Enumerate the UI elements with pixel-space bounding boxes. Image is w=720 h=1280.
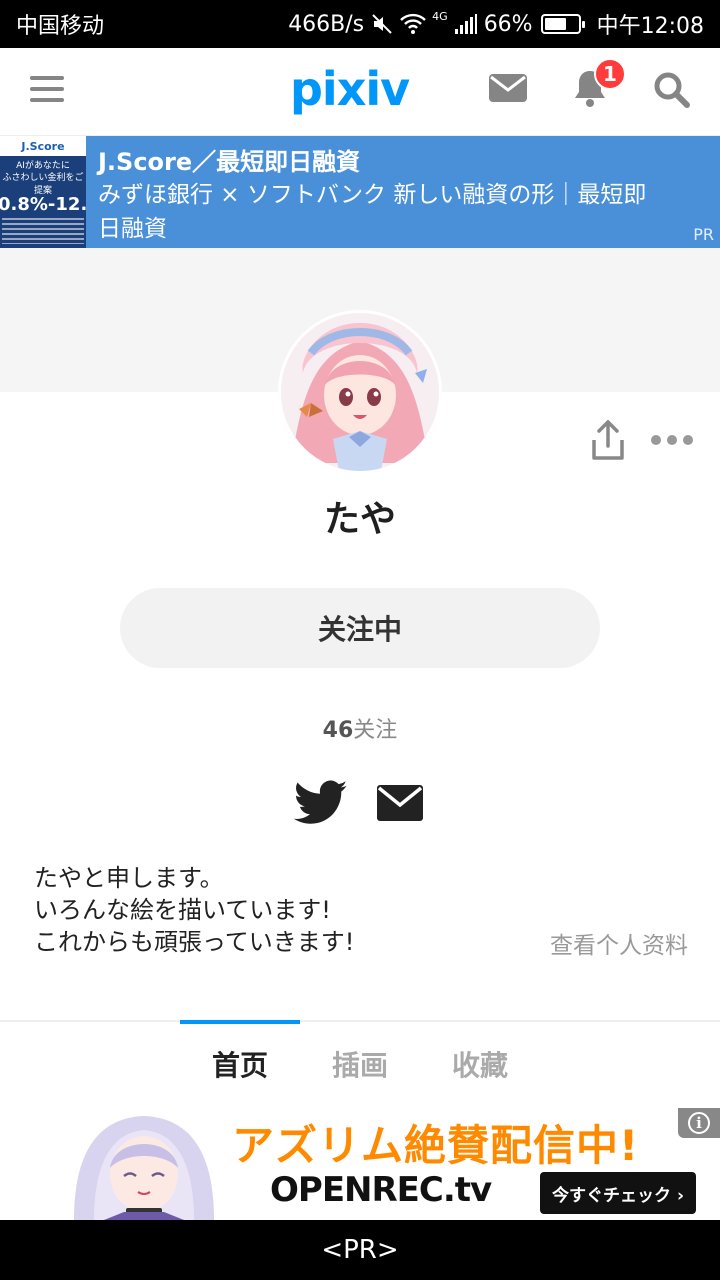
following-label: 关注 <box>353 718 398 743</box>
top-ad-banner[interactable]: J.Score AIがあなたに ふさわしい金利をご提案 0.8%-12.0% J… <box>0 136 720 248</box>
net-speed: 466B/s <box>288 11 365 37</box>
battery-fill <box>544 18 566 30</box>
ad-thumb-line2: ふさわしい金利をご提案 <box>2 173 84 196</box>
menu-icon[interactable] <box>30 76 64 102</box>
twitter-icon[interactable] <box>294 780 348 826</box>
mail-icon[interactable] <box>488 72 528 104</box>
network-type: 4G <box>432 10 448 23</box>
ad-title[interactable]: J.Score／最短即日融資 <box>98 142 360 177</box>
tab-home[interactable]: 首页 <box>180 1044 300 1084</box>
more-options-icon[interactable] <box>650 430 694 450</box>
following-count[interactable]: 46关注 <box>0 712 720 744</box>
profile-bio: たやと申します。 いろんな絵を描いています! これからも頑張っていきます! <box>34 862 354 958</box>
battery-icon <box>540 14 585 34</box>
carrier-name: 中国移动 <box>16 14 105 39</box>
profile-tabs: 首页 插画 收藏 <box>0 1020 720 1108</box>
battery-percent: 66% <box>483 11 533 37</box>
ad-brand: OPENREC.tv <box>270 1170 492 1210</box>
bio-line: これからも頑張っていきます! <box>34 928 355 956</box>
ad-info-button[interactable]: i <box>678 1108 720 1138</box>
status-right: 466B/s 4G 66% 中午12:08 <box>288 8 704 40</box>
ad-thumb-fineprint <box>2 218 84 244</box>
bio-line: いろんな絵を描いています! <box>34 896 331 924</box>
avatar-illustration <box>281 313 439 471</box>
tab-illustrations[interactable]: 插画 <box>300 1044 420 1084</box>
email-contact-icon[interactable] <box>376 784 424 822</box>
avatar[interactable] <box>278 310 442 474</box>
bio-line: たやと申します。 <box>34 864 224 892</box>
pr-bar: <PR> <box>0 1220 720 1280</box>
tab-bookmarks[interactable]: 收藏 <box>420 1044 540 1084</box>
ad-thumb-brand: J.Score <box>0 136 86 156</box>
ad-thumbnail: J.Score AIがあなたに ふさわしい金利をご提案 0.8%-12.0% <box>0 136 86 248</box>
notification-badge: 1 <box>594 58 626 90</box>
ad-character-image <box>64 1108 224 1220</box>
ad-thumb-rate: 0.8%-12.0% <box>0 194 86 215</box>
info-icon: i <box>688 1112 710 1134</box>
search-icon[interactable] <box>652 70 692 110</box>
follow-button[interactable]: 关注中 <box>120 588 600 668</box>
username: たや <box>323 499 396 540</box>
active-tab-indicator <box>180 1020 300 1024</box>
ad-cta-button[interactable]: 今すぐチェック › <box>540 1172 696 1214</box>
pixiv-logo[interactable]: pixiv <box>290 62 410 116</box>
status-bar: 中国移动 466B/s 4G 66% 中午12:08 <box>0 0 720 48</box>
clock: 中午12:08 <box>596 14 704 39</box>
mute-icon <box>372 14 392 34</box>
view-profile-link[interactable]: 查看个人资料 <box>550 926 688 960</box>
following-number: 46 <box>322 718 354 743</box>
signal-icon <box>454 14 477 34</box>
wifi-icon <box>400 13 427 34</box>
ad-pr-label: PR <box>693 225 714 244</box>
app-screen: 中国移动 466B/s 4G 66% 中午12:08 pixiv 1 J.Sco… <box>0 0 720 1280</box>
share-icon[interactable] <box>588 418 628 462</box>
ad-description[interactable]: みずほ銀行 × ソフトバンク 新しい融資の形｜最短即日融資 <box>98 178 658 246</box>
ad-headline: アズリム絶賛配信中! <box>232 1121 640 1170</box>
bottom-ad-banner[interactable]: アズリム絶賛配信中! OPENREC.tv 今すぐチェック › <box>64 1108 720 1220</box>
